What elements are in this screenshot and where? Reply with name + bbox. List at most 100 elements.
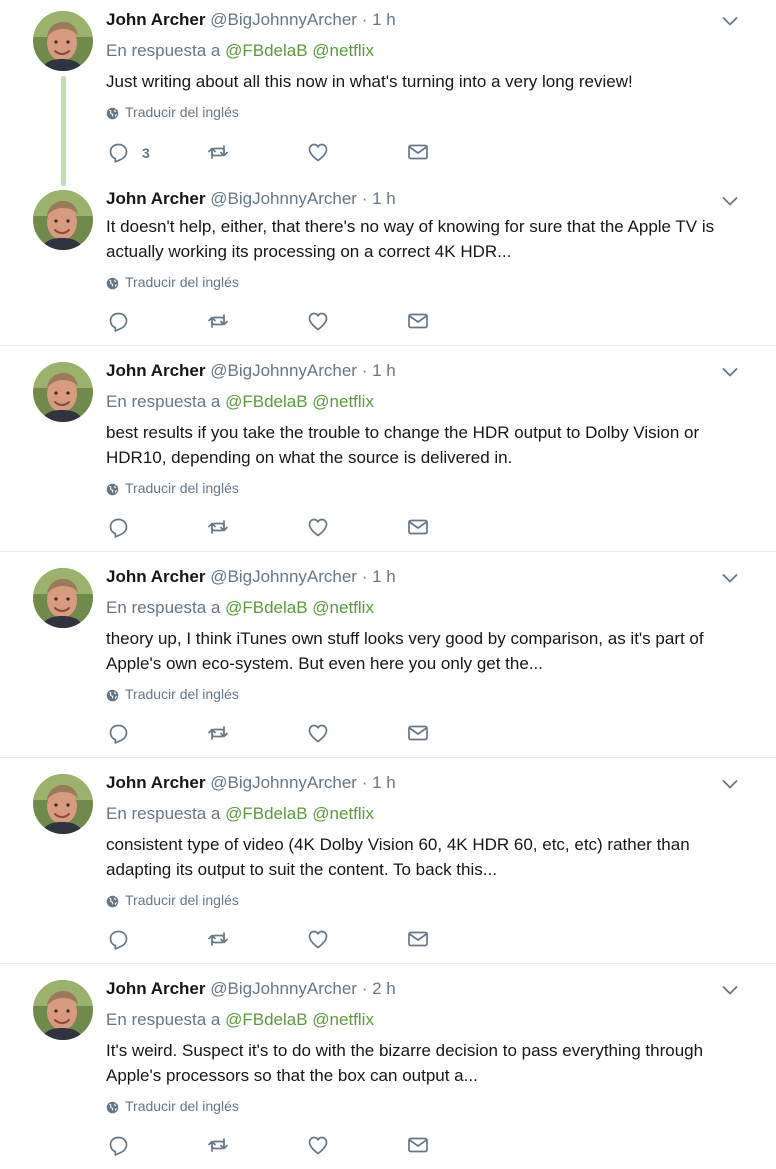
mention-link[interactable]: @FBdelaB [225,41,307,60]
chevron-down-icon[interactable] [720,774,740,794]
author-handle[interactable]: @BigJohnnyArcher [210,361,357,380]
translate-link[interactable]: Traducir del inglés [106,891,740,909]
avatar[interactable] [33,11,93,71]
reply-prefix: En respuesta a [106,392,221,411]
avatar[interactable] [33,774,93,834]
translate-link[interactable]: Traducir del inglés [106,479,740,497]
message-button[interactable] [406,310,506,334]
mention-link[interactable]: @FBdelaB [225,1010,307,1029]
timestamp[interactable]: 1 h [372,10,396,29]
reply-button[interactable] [106,1134,206,1158]
retweet-button[interactable] [206,1134,306,1158]
reply-button[interactable]: 3 [106,141,206,165]
author-name[interactable]: John Archer [106,10,206,29]
thread-line [61,76,66,186]
chevron-down-icon[interactable] [720,11,740,31]
author-handle[interactable]: @BigJohnnyArcher [210,979,357,998]
retweet-button[interactable] [206,928,306,952]
author-handle[interactable]: @BigJohnnyArcher [210,10,357,29]
reply-button[interactable] [106,516,206,540]
reply-button[interactable] [106,310,206,334]
author-name[interactable]: John Archer [106,189,206,208]
mention-link[interactable]: @FBdelaB [225,804,307,823]
avatar[interactable] [33,980,93,1040]
tweet-text: It's weird. Suspect it's to do with the … [106,1041,704,1085]
chevron-down-icon[interactable] [720,568,740,588]
like-icon [306,140,330,167]
globe-icon [106,1100,119,1113]
mention-link[interactable]: @FBdelaB [225,598,307,617]
author-handle[interactable]: @BigJohnnyArcher [210,189,357,208]
chevron-down-icon[interactable] [720,980,740,1000]
author-name[interactable]: John Archer [106,773,206,792]
message-button[interactable] [406,516,506,540]
retweet-icon [206,927,230,954]
reply-context: En respuesta a @FBdelaB @netflix [106,803,740,825]
tweet[interactable]: John Archer @BigJohnnyArcher · 2 h En re… [0,964,776,1169]
like-button[interactable] [306,310,406,334]
author-name[interactable]: John Archer [106,361,206,380]
timestamp[interactable]: 2 h [372,979,396,998]
tweet[interactable]: John Archer @BigJohnnyArcher · 1 h En re… [0,346,776,552]
translate-link[interactable]: Traducir del inglés [106,685,740,703]
message-button[interactable] [406,722,506,746]
retweet-button[interactable] [206,722,306,746]
author-name[interactable]: John Archer [106,567,206,586]
like-button[interactable] [306,1134,406,1158]
mention-link[interactable]: @netflix [312,598,374,617]
timestamp[interactable]: 1 h [372,361,396,380]
mention-link[interactable]: @netflix [312,392,374,411]
timestamp[interactable]: 1 h [372,567,396,586]
avatar[interactable] [33,362,93,422]
tweet[interactable]: John Archer @BigJohnnyArcher · 1 h En re… [0,0,776,186]
retweet-icon [206,1133,230,1160]
translate-link[interactable]: Traducir del inglés [106,1097,740,1115]
mention-link[interactable]: @netflix [312,804,374,823]
mention-link[interactable]: @netflix [312,41,374,60]
timestamp[interactable]: 1 h [372,189,396,208]
avatar[interactable] [33,568,93,628]
mention-link[interactable]: @FBdelaB [225,392,307,411]
reply-button[interactable] [106,722,206,746]
chevron-down-icon[interactable] [720,191,740,211]
separator: · [361,567,368,586]
retweet-button[interactable] [206,310,306,334]
retweet-button[interactable] [206,516,306,540]
tweet[interactable]: John Archer @BigJohnnyArcher · 1 h En re… [0,758,776,964]
timestamp[interactable]: 1 h [372,773,396,792]
translate-link[interactable]: Traducir del inglés [106,273,740,291]
chevron-down-icon[interactable] [720,362,740,382]
like-button[interactable] [306,141,406,165]
avatar[interactable] [33,190,93,250]
message-icon [406,927,430,954]
reply-count: 3 [142,145,150,161]
reply-button[interactable] [106,928,206,952]
message-icon [406,1133,430,1160]
author-handle[interactable]: @BigJohnnyArcher [210,773,357,792]
globe-icon [106,894,119,907]
message-button[interactable] [406,1134,506,1158]
like-icon [306,927,330,954]
message-button[interactable] [406,928,506,952]
separator: · [361,189,368,208]
author-handle[interactable]: @BigJohnnyArcher [210,567,357,586]
retweet-button[interactable] [206,141,306,165]
tweet[interactable]: John Archer @BigJohnnyArcher · 1 h En re… [0,552,776,758]
message-icon [406,515,430,542]
reply-context: En respuesta a @FBdelaB @netflix [106,40,740,62]
separator: · [361,773,368,792]
like-button[interactable] [306,516,406,540]
like-button[interactable] [306,928,406,952]
like-icon [306,721,330,748]
like-button[interactable] [306,722,406,746]
like-icon [306,309,330,336]
globe-icon [106,688,119,701]
translate-link[interactable]: Traducir del inglés [106,103,740,121]
reply-icon [106,1133,130,1160]
tweet[interactable]: John Archer @BigJohnnyArcher · 1 h It do… [0,180,776,346]
author-name[interactable]: John Archer [106,979,206,998]
message-button[interactable] [406,141,506,165]
mention-link[interactable]: @netflix [312,1010,374,1029]
reply-icon [106,721,130,748]
reply-icon [106,515,130,542]
